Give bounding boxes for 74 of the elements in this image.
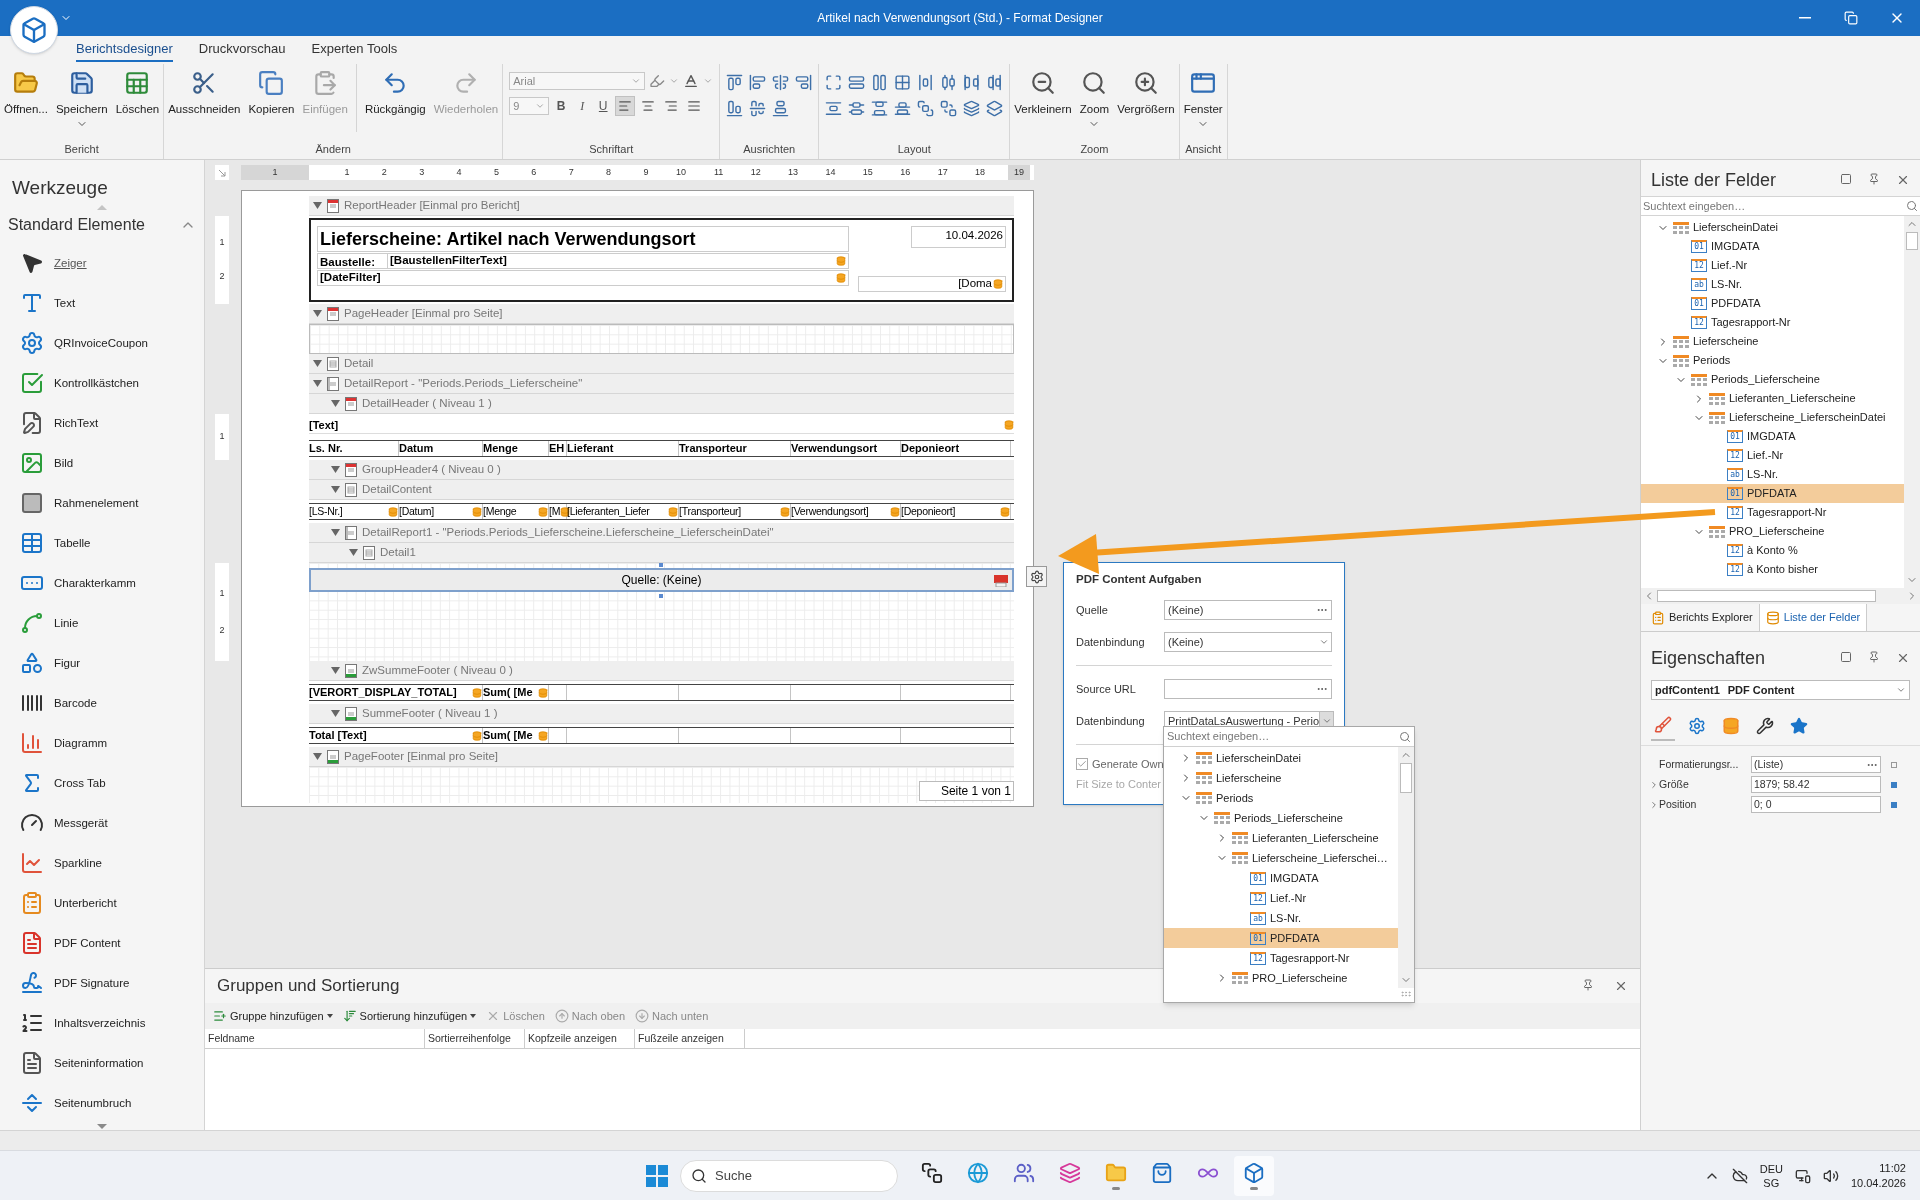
band-title: PageFooter [Einmal pro Seite] (344, 748, 499, 764)
band-title: DetailContent (362, 481, 432, 497)
ruler-number: 1 (272, 165, 278, 179)
ruler-number: 1 (219, 586, 225, 600)
field-type-badge: 12 (1250, 891, 1266, 905)
ribbon-group-label: Ausrichten (742, 141, 797, 157)
ruler-number: 1 (219, 236, 225, 250)
ruler-number: 15 (862, 165, 873, 179)
ruler-number: 4 (456, 165, 462, 179)
field-type-badge: ab (1250, 911, 1266, 925)
field-label: Source URL (1076, 682, 1137, 697)
field-type-badge: 01 (1250, 871, 1266, 885)
ruler-number: 9 (643, 165, 649, 179)
field-type-badge: 12 (1727, 449, 1743, 462)
field-label: Datenbindung (1076, 635, 1146, 650)
ruler-number: 2 (381, 165, 387, 179)
band-title: SummeFooter ( Niveau 1 ) (362, 705, 498, 721)
band-title: DetailReport1 - "Periods.Periods_Lieferscheine.Lieferscheine_LieferscheinDatei" (362, 524, 774, 540)
ruler-number: 12 (750, 165, 761, 179)
field-type-badge: 12 (1691, 259, 1707, 272)
ruler-number: 2 (219, 270, 225, 284)
field-type-badge: 01 (1691, 297, 1707, 310)
ruler-number: 11 (713, 165, 724, 179)
band-title: GroupHeader4 ( Niveau 0 ) (362, 461, 501, 477)
field-label: Quelle (1076, 603, 1109, 618)
ribbon-group-label: Layout (896, 141, 932, 157)
ruler-number: 18 (975, 165, 986, 179)
ruler-number: 5 (493, 165, 499, 179)
ruler-number: 6 (531, 165, 537, 179)
band-title: Detail1 (380, 544, 416, 560)
field-type-badge: 12 (1727, 563, 1743, 576)
ruler-number: 3 (419, 165, 425, 179)
ribbon-group-label: Ansicht (1184, 141, 1223, 157)
ribbon-group-label: Zoom (1079, 141, 1110, 157)
field-type-badge: 01 (1727, 487, 1743, 500)
ribbon-group-label: Schriftart (588, 141, 635, 157)
field-type-badge: ab (1727, 468, 1743, 481)
field-type-badge: 12 (1250, 951, 1266, 965)
field-type-badge: 12 (1727, 506, 1743, 519)
ruler-number: 10 (675, 165, 686, 179)
band-title: PageHeader [Einmal pro Seite] (344, 305, 503, 321)
field-label: Datenbindung (1076, 714, 1146, 729)
band-title: DetailReport - "Periods.Periods_Lieferscheine" (344, 375, 583, 391)
panel-title: Liste der Felder (1651, 168, 1777, 192)
field-type-badge: ab (1691, 278, 1707, 291)
ruler-number: 1 (219, 430, 225, 444)
band-title: DetailHeader ( Niveau 1 ) (362, 395, 492, 411)
ruler-number: 7 (568, 165, 574, 179)
band-title: ZwSummeFooter ( Niveau 0 ) (362, 662, 513, 678)
ruler-number: 2 (219, 623, 225, 637)
ruler-number: 17 (937, 165, 948, 179)
band-title: ReportHeader [Einmal pro Bericht] (344, 197, 520, 213)
window-title: Artikel nach Verwendungsort (Std.) - Format Designer (817, 10, 1103, 27)
field-type-badge: 01 (1691, 240, 1707, 253)
property-label: Position (1659, 796, 1698, 812)
field-type-badge: 01 (1250, 931, 1266, 945)
field-type-badge: 12 (1691, 316, 1707, 329)
ruler-number: 8 (606, 165, 612, 179)
ruler-number: 14 (825, 165, 836, 179)
ribbon-group-label: Bericht (63, 141, 100, 157)
field-type-badge: 01 (1727, 430, 1743, 443)
property-label: Größe (1659, 776, 1690, 792)
ruler-number: 13 (788, 165, 799, 179)
popup-title: PDF Content Aufgaben (1076, 572, 1203, 587)
panel-title: Gruppen und Sortierung (217, 975, 400, 998)
ruler-number: 19 (1014, 165, 1025, 179)
panel-title: Eigenschaften (1651, 646, 1766, 670)
field-type-badge: 12 (1727, 544, 1743, 557)
ribbon-group-label: Ändern (314, 141, 352, 157)
property-label: Formatierungsr... (1659, 756, 1740, 772)
panel-title: Werkzeuge (11, 176, 109, 200)
band-title: Detail (344, 355, 374, 371)
ruler-number: 1 (344, 165, 350, 179)
ruler-number: 16 (900, 165, 911, 179)
